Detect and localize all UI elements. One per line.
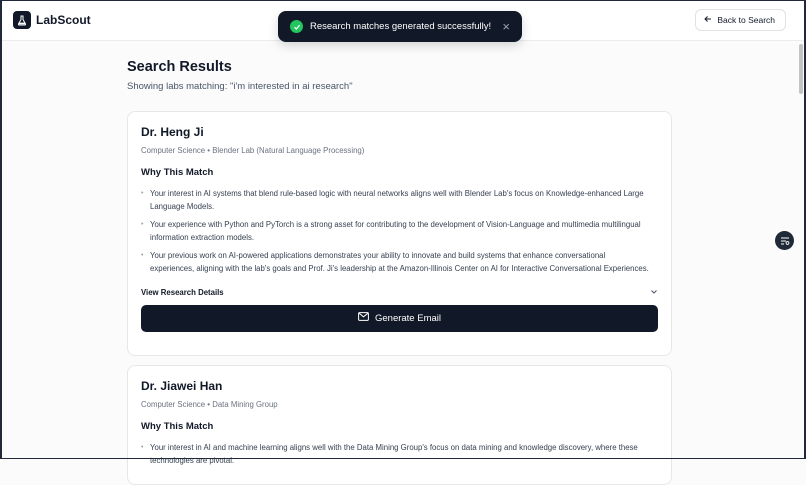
back-to-search-button[interactable]: Back to Search: [695, 9, 786, 31]
toast-close-icon[interactable]: ×: [502, 20, 510, 33]
arrow-left-icon: [704, 15, 712, 25]
match-reason: Your interest in AI systems that blend r…: [141, 188, 658, 213]
match-reason: Your previous work on AI-powered applica…: [141, 250, 658, 275]
page-title: Search Results: [127, 59, 232, 75]
back-to-search-label: Back to Search: [717, 15, 775, 25]
professor-name: Dr. Heng Ji: [141, 125, 204, 139]
why-match-heading: Why This Match: [141, 421, 214, 432]
app-logo[interactable]: LabScout: [13, 11, 91, 29]
generate-email-button[interactable]: Generate Email: [141, 304, 658, 332]
mail-icon: [358, 312, 369, 324]
list-filter-icon[interactable]: [775, 231, 794, 250]
match-reason: Your interest in AI and machine learning…: [141, 442, 658, 467]
flask-icon: [13, 11, 31, 29]
lab-result-card: Dr. Jiawei Han Computer Science • Data M…: [127, 365, 672, 485]
success-toast: Research matches generated successfully!…: [278, 11, 522, 42]
lab-result-card: Dr. Heng Ji Computer Science • Blender L…: [127, 111, 672, 356]
research-details-toggle[interactable]: View Research Details: [141, 288, 658, 297]
lab-department: Computer Science • Data Mining Group: [141, 400, 278, 409]
page-scrollbar[interactable]: [799, 44, 803, 94]
match-reasons-list: Your interest in AI and machine learning…: [141, 442, 658, 467]
research-details-label: View Research Details: [141, 287, 224, 297]
why-match-heading: Why This Match: [141, 167, 214, 178]
chevron-down-icon: [650, 288, 658, 297]
check-circle-icon: [290, 20, 303, 33]
professor-name: Dr. Jiawei Han: [141, 379, 223, 393]
toast-message: Research matches generated successfully!: [310, 21, 492, 32]
app-name: LabScout: [36, 13, 91, 27]
match-reason: Your experience with Python and PyTorch …: [141, 219, 658, 244]
generate-email-label: Generate Email: [374, 312, 441, 324]
page-subtitle: Showing labs matching: "i'm interested i…: [127, 81, 353, 92]
match-reasons-list: Your interest in AI systems that blend r…: [141, 188, 658, 276]
lab-department: Computer Science • Blender Lab (Natural …: [141, 146, 365, 155]
